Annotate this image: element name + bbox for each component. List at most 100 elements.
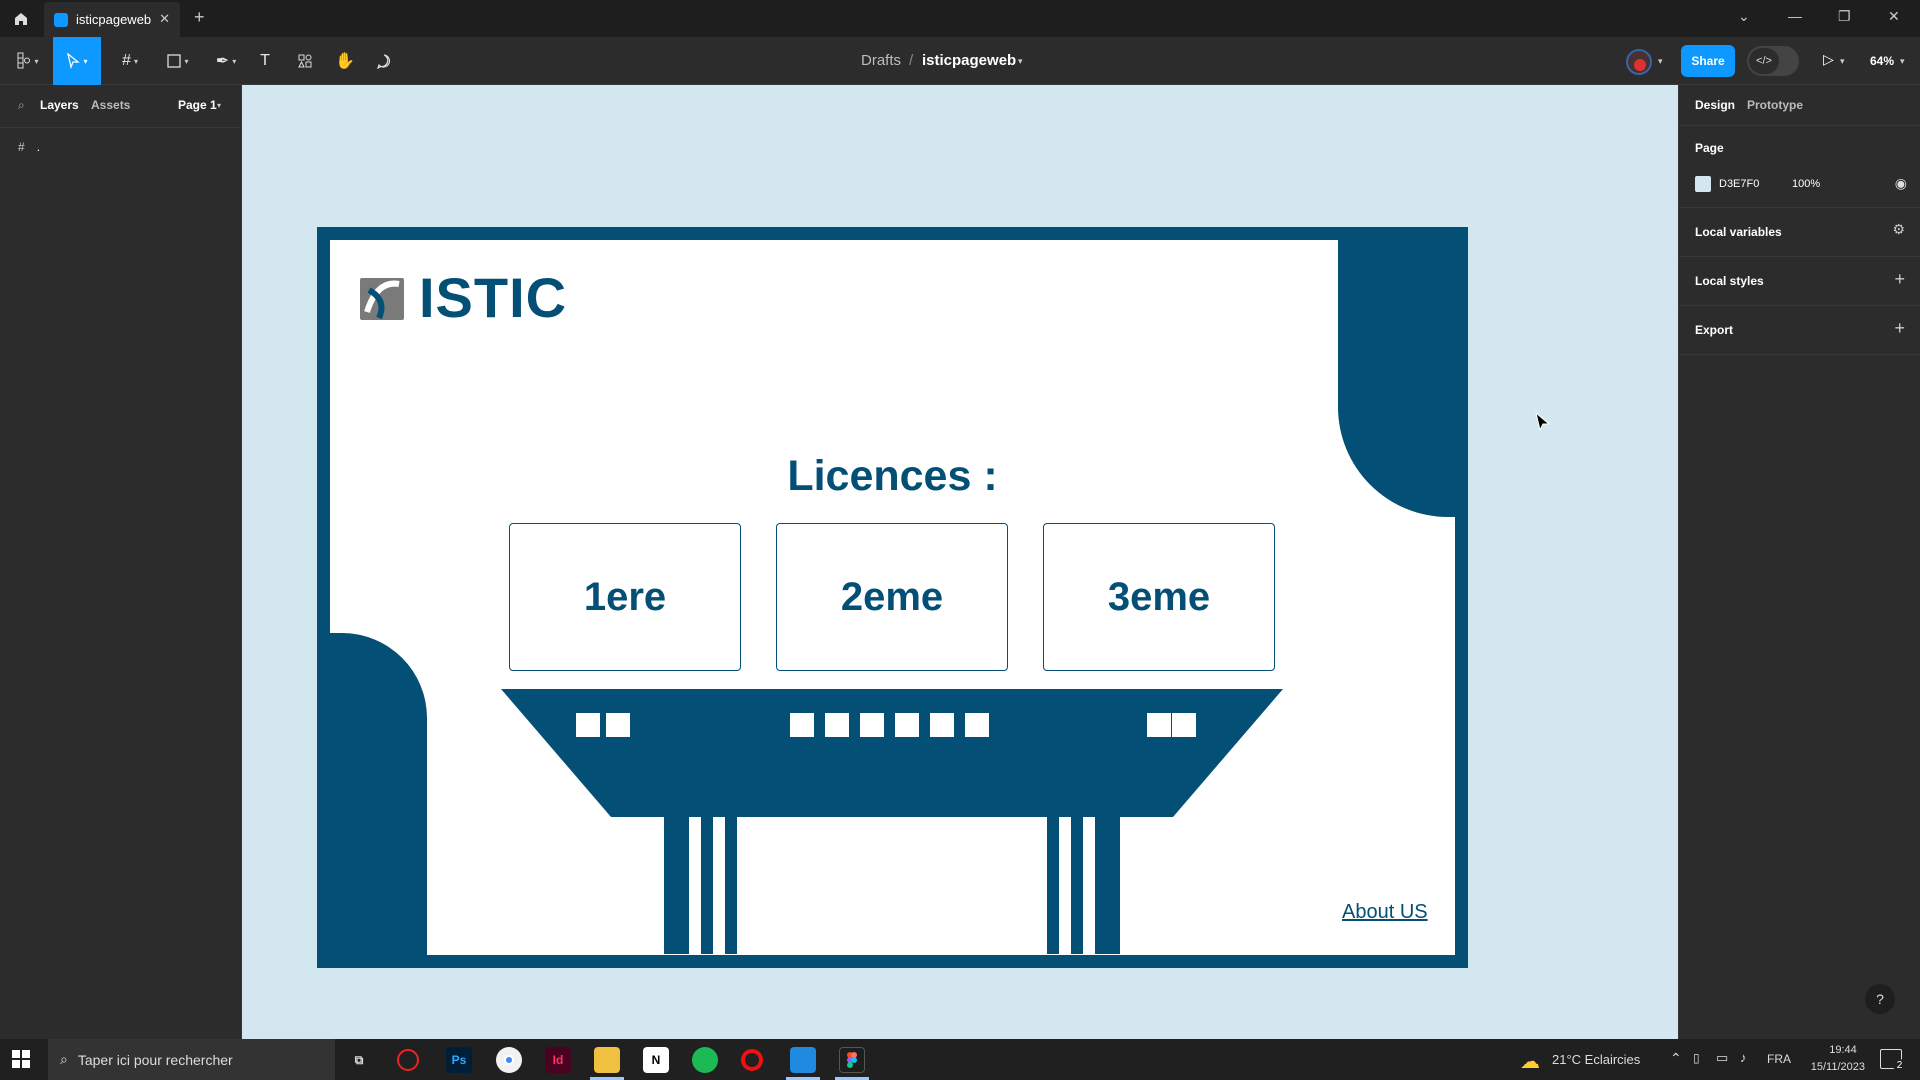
main-menu-icon[interactable]: ▾: [8, 37, 48, 85]
language-indicator[interactable]: FRA: [1767, 1052, 1791, 1066]
dev-mode-toggle[interactable]: </>: [1747, 46, 1799, 76]
corner-decoration-bottom-left: [317, 633, 427, 968]
canvas[interactable]: ISTIC Licences : 1ere 2eme 3eme About US: [242, 85, 1678, 1039]
photoshop-icon[interactable]: Ps: [446, 1047, 472, 1073]
tab-design[interactable]: Design: [1695, 98, 1735, 112]
pen-tool-icon[interactable]: ✒ ▾: [206, 37, 246, 85]
comment-tool-icon[interactable]: [364, 37, 404, 85]
page-opacity[interactable]: 100%: [1792, 178, 1820, 190]
taskbar-search-box[interactable]: ⌕ Taper ici pour rechercher: [48, 1039, 335, 1080]
building-window: [930, 713, 954, 737]
building-window: [790, 713, 814, 737]
network-icon[interactable]: ▭: [1716, 1050, 1728, 1066]
restore-icon[interactable]: ❐: [1838, 8, 1851, 25]
windows-taskbar: ⌕ Taper ici pour rechercher ⧉ Ps Id N ☁ …: [0, 1039, 1920, 1080]
move-tool-button[interactable]: ▾: [53, 37, 101, 85]
export-section[interactable]: Export +: [1679, 306, 1920, 355]
chrome-icon[interactable]: [496, 1047, 522, 1073]
istic-logo: ISTIC: [357, 265, 567, 330]
zoom-level[interactable]: 64%: [1870, 54, 1894, 68]
search-placeholder: Taper ici pour rechercher: [77, 1051, 233, 1068]
toolbar: ▾ ▾ # ▾ ▾ ✒ ▾ T ✋ Drafts / isticpageweb ▾ …: [0, 37, 1920, 85]
tray-chevron-icon[interactable]: ⌃: [1670, 1050, 1682, 1067]
file-tab-label: isticpageweb: [76, 12, 152, 27]
layer-row[interactable]: # .: [18, 135, 228, 159]
task-view-icon[interactable]: ⧉: [346, 1047, 372, 1073]
share-button[interactable]: Share: [1681, 45, 1735, 77]
device-icon[interactable]: ▯: [1693, 1051, 1700, 1065]
avatar-chevron-icon[interactable]: ▾: [1658, 56, 1663, 67]
tab-assets[interactable]: Assets: [91, 98, 130, 112]
variables-adjust-icon[interactable]: ⚙: [1892, 221, 1905, 238]
local-variables-label: Local variables: [1695, 225, 1782, 239]
design-frame[interactable]: ISTIC Licences : 1ere 2eme 3eme About US: [317, 227, 1468, 968]
divider: [0, 127, 241, 128]
page-color-hex[interactable]: D3E7F0: [1719, 178, 1759, 190]
home-icon[interactable]: [8, 6, 34, 32]
weather-icon[interactable]: ☁: [1520, 1049, 1540, 1074]
figma-file-icon: [54, 12, 68, 27]
card-1ere[interactable]: 1ere: [509, 523, 741, 671]
minimize-icon[interactable]: —: [1788, 8, 1802, 24]
present-chevron-icon[interactable]: ▾: [1840, 56, 1845, 67]
search-icon[interactable]: ⌕: [18, 98, 25, 113]
file-menu-chevron-icon[interactable]: ▾: [1018, 56, 1023, 67]
tab-list-chevron-icon[interactable]: ⌄: [1738, 8, 1750, 25]
about-us-link[interactable]: About US: [1342, 901, 1428, 924]
code-icon: </>: [1749, 48, 1779, 74]
breadcrumb-drafts[interactable]: Drafts: [861, 52, 901, 69]
building-window: [606, 713, 630, 737]
opera-icon[interactable]: [741, 1049, 763, 1071]
page-heading: Page: [1695, 141, 1724, 155]
add-style-icon[interactable]: +: [1894, 269, 1905, 290]
logo-text: ISTIC: [419, 266, 568, 329]
file-tab[interactable]: isticpageweb ✕: [44, 2, 180, 37]
frame-layer-icon: #: [18, 140, 25, 154]
add-export-icon[interactable]: +: [1894, 318, 1905, 339]
text-tool-icon[interactable]: T: [245, 37, 285, 85]
tab-layers[interactable]: Layers: [40, 98, 79, 112]
close-window-icon[interactable]: ✕: [1888, 8, 1900, 25]
weather-text[interactable]: 21°C Eclaircies: [1552, 1052, 1640, 1067]
page-color-swatch[interactable]: [1695, 176, 1711, 192]
notion-icon[interactable]: N: [643, 1047, 669, 1073]
istic-emblem-icon: [360, 277, 404, 320]
resources-tool-icon[interactable]: [285, 37, 325, 85]
right-panel: Design Prototype Page D3E7F0 100% ◉ Loca…: [1678, 85, 1920, 1039]
zoom-chevron-icon[interactable]: ▾: [1900, 56, 1905, 67]
help-button[interactable]: ?: [1865, 984, 1895, 1014]
file-name[interactable]: isticpageweb: [922, 52, 1016, 69]
volume-icon[interactable]: ♪: [1740, 1050, 1747, 1065]
spotify-icon[interactable]: [692, 1047, 718, 1073]
file-explorer-icon[interactable]: [594, 1047, 620, 1073]
left-panel: ⌕ Layers Assets Page 1 ▾ # .: [0, 85, 242, 1039]
avatar[interactable]: [1626, 49, 1652, 75]
photo-app-icon[interactable]: [790, 1047, 816, 1073]
indesign-icon[interactable]: Id: [545, 1047, 571, 1073]
page-select[interactable]: Page 1: [178, 98, 217, 112]
building-window: [1147, 713, 1171, 737]
close-tab-icon[interactable]: ✕: [159, 11, 170, 27]
local-styles-section[interactable]: Local styles +: [1679, 257, 1920, 306]
local-variables-section[interactable]: Local variables ⚙: [1679, 208, 1920, 257]
building-window: [895, 713, 919, 737]
search-icon: ⌕: [60, 1051, 68, 1067]
figma-icon[interactable]: [839, 1047, 865, 1073]
tab-prototype[interactable]: Prototype: [1747, 98, 1803, 112]
card-2eme[interactable]: 2eme: [776, 523, 1008, 671]
eye-visibility-icon[interactable]: ◉: [1895, 175, 1907, 192]
clock-time[interactable]: 19:44: [1818, 1044, 1868, 1056]
present-play-icon[interactable]: ▷: [1823, 51, 1834, 68]
new-tab-button[interactable]: +: [194, 7, 205, 28]
breadcrumb-separator: /: [909, 52, 914, 69]
shape-tool-icon[interactable]: ▾: [158, 37, 198, 85]
opera-gx-icon[interactable]: [397, 1049, 419, 1071]
building-window: [965, 713, 989, 737]
card-3eme[interactable]: 3eme: [1043, 523, 1275, 671]
clock-date[interactable]: 15/11/2023: [1800, 1061, 1865, 1073]
hand-tool-icon[interactable]: ✋: [325, 37, 365, 85]
page-select-chevron-icon[interactable]: ▾: [217, 101, 221, 110]
building-window: [860, 713, 884, 737]
windows-start-icon[interactable]: [12, 1050, 30, 1073]
frame-tool-icon[interactable]: # ▾: [110, 37, 150, 85]
